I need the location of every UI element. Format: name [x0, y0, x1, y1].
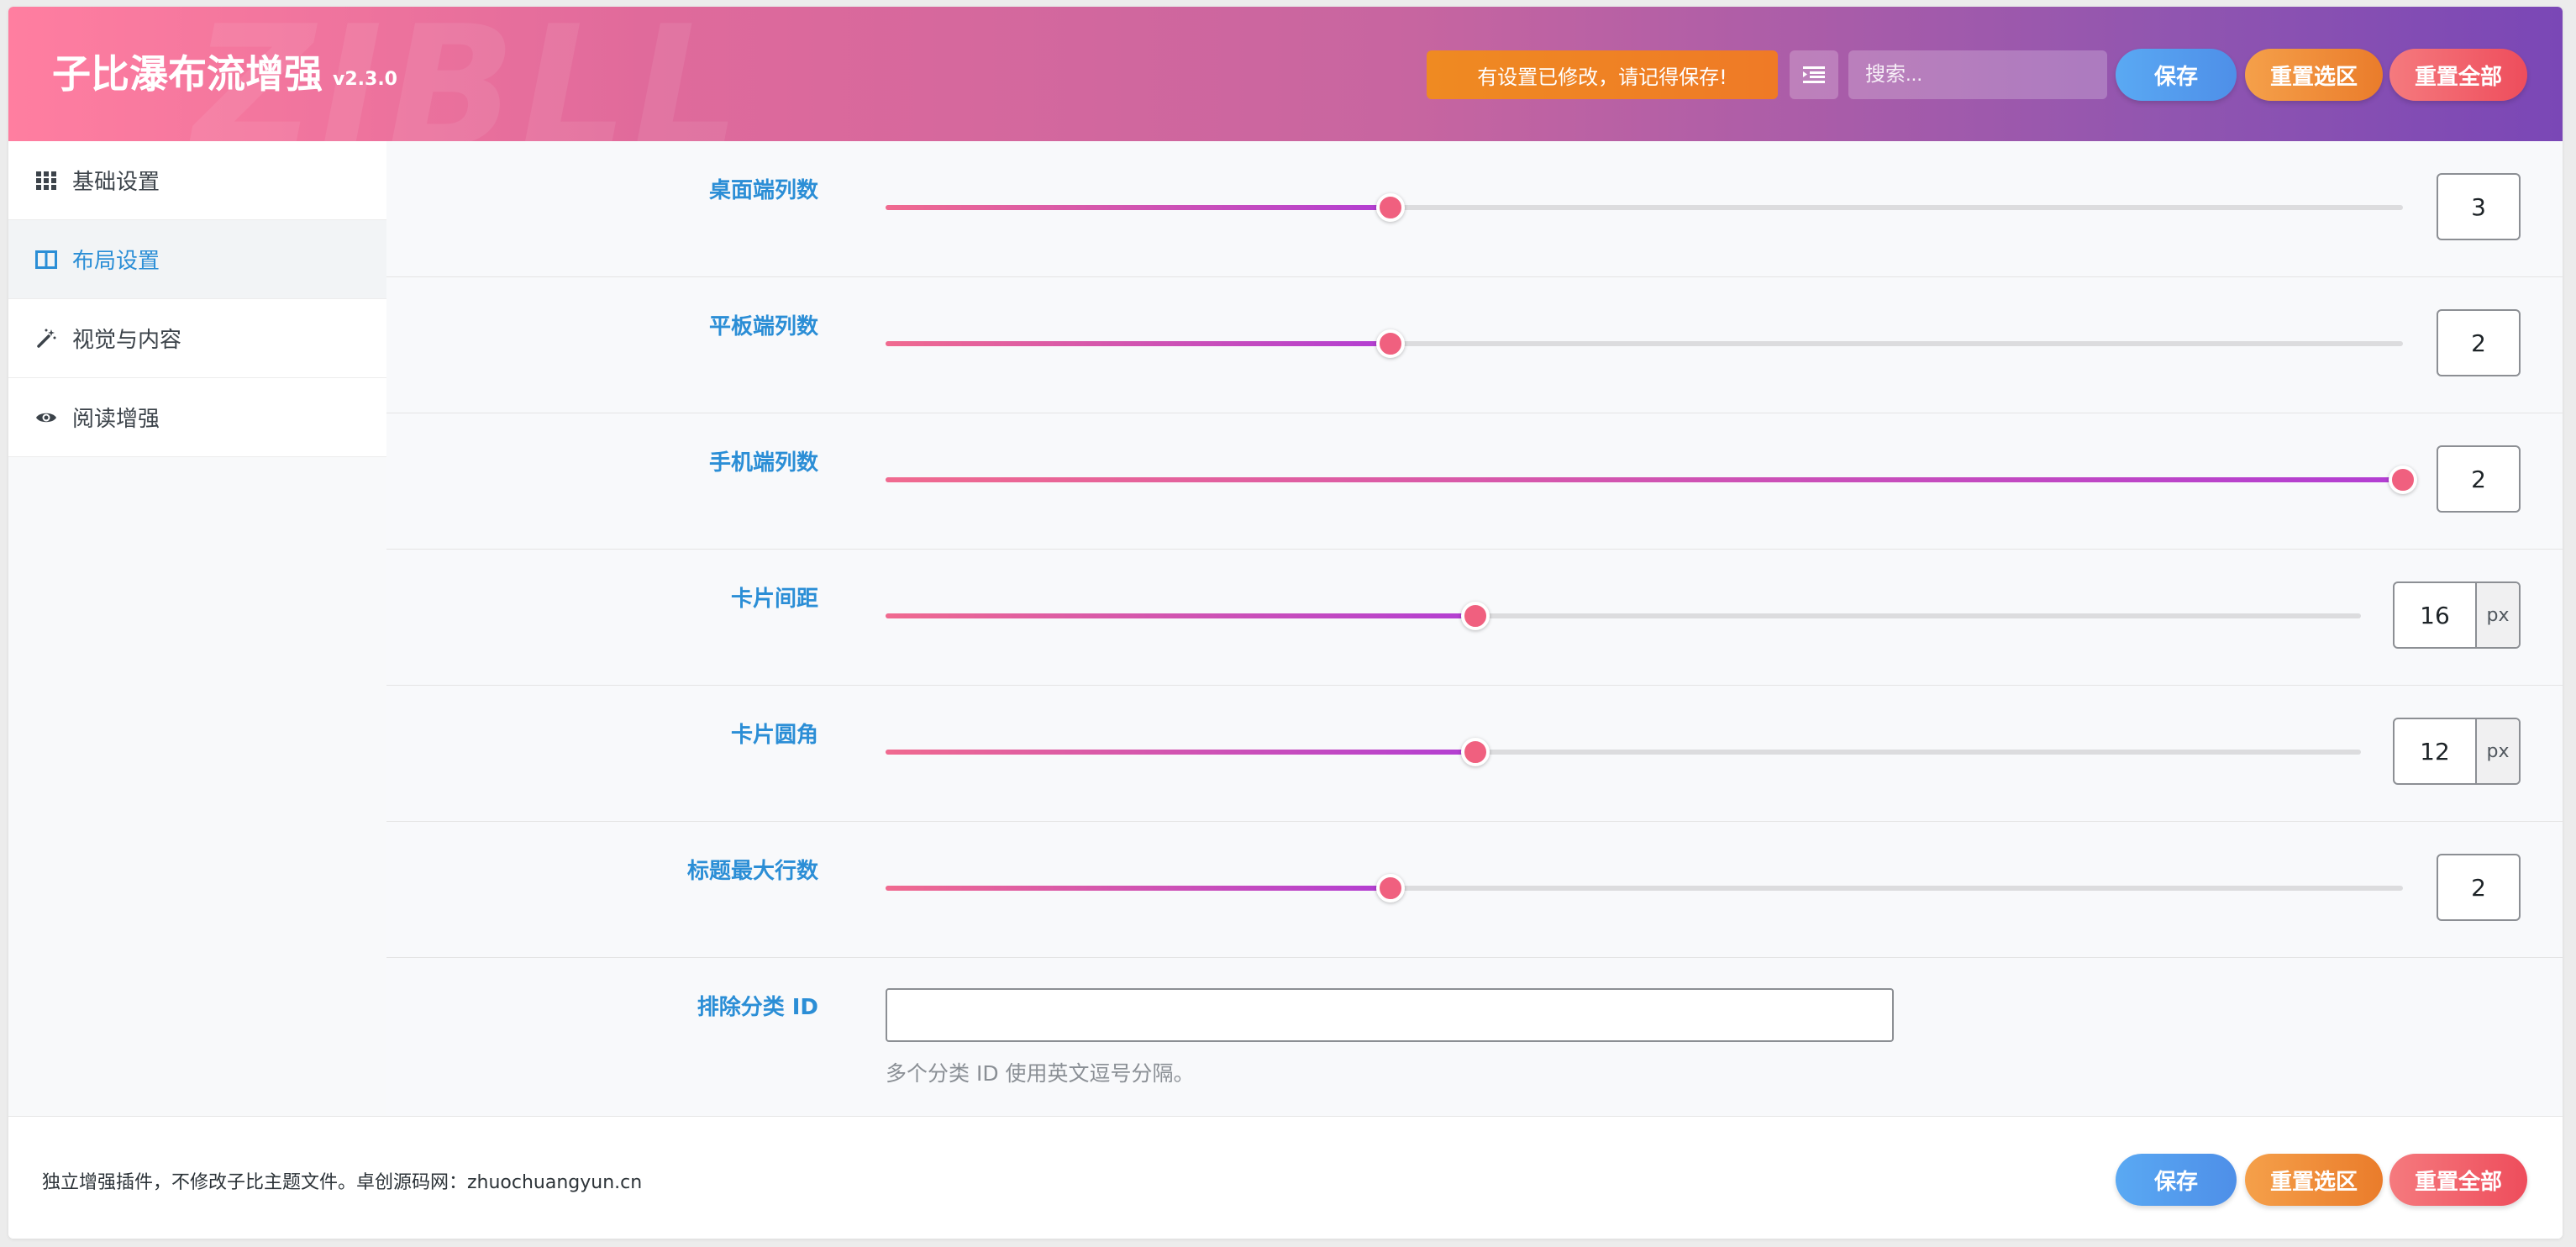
card-gap-input-group: 16 px [2393, 581, 2521, 649]
field-label: 卡片圆角 [730, 723, 818, 748]
field-label: 手机端列数 [708, 450, 818, 476]
sidebar-item-label: 布局设置 [72, 249, 160, 274]
field-title-max-lines: 标题最大行数 2 [386, 822, 2563, 958]
footer-reset-all-button[interactable]: 重置全部 [2389, 1154, 2527, 1206]
field-exclude-category: 排除分类 ID 多个分类 ID 使用英文逗号分隔。 [386, 958, 2563, 1116]
slider-fill [886, 613, 1476, 618]
slider-handle[interactable] [1376, 874, 1406, 902]
slider-fill [886, 886, 1391, 891]
card-radius-slider[interactable] [886, 738, 2361, 766]
search-input[interactable] [1848, 50, 2107, 99]
footer-save-button[interactable]: 保存 [2116, 1154, 2237, 1206]
exclude-category-input[interactable] [886, 988, 1894, 1042]
grid-icon [34, 168, 59, 193]
field-label: 桌面端列数 [708, 178, 818, 203]
footer-reset-section-button[interactable]: 重置选区 [2245, 1154, 2383, 1206]
slider-fill [886, 477, 2403, 482]
card-gap-input[interactable]: 16 [2395, 583, 2477, 647]
sidebar-item-basic[interactable]: 基础设置 [8, 141, 386, 220]
magic-wand-icon [34, 326, 59, 351]
field-label: 平板端列数 [708, 314, 818, 339]
field-label: 卡片间距 [730, 587, 818, 612]
desktop-columns-input[interactable]: 3 [2437, 173, 2521, 240]
desktop-columns-slider[interactable] [886, 193, 2403, 222]
sidebar-item-label: 阅读增强 [72, 407, 160, 432]
slider-handle[interactable] [1461, 602, 1490, 630]
tablet-columns-slider[interactable] [886, 329, 2403, 358]
eye-icon [34, 405, 59, 430]
tablet-columns-input[interactable]: 2 [2437, 309, 2521, 376]
sidebar-item-layout[interactable]: 布局设置 [8, 220, 386, 299]
sidebar-item-visual[interactable]: 视觉与内容 [8, 299, 386, 378]
field-desktop-columns: 桌面端列数 3 [386, 141, 2563, 277]
footer-bar: 独立增强插件，不修改子比主题文件。卓创源码网：zhuochuangyun.cn … [8, 1116, 2563, 1239]
sidebar-item-label: 视觉与内容 [72, 328, 182, 353]
title-max-lines-slider[interactable] [886, 874, 2403, 902]
sidebar-item-label: 基础设置 [72, 170, 160, 195]
save-button[interactable]: 保存 [2116, 49, 2237, 101]
card-radius-input-group: 12 px [2393, 718, 2521, 785]
unit-suffix: px [2477, 583, 2519, 647]
reset-section-button[interactable]: 重置选区 [2245, 49, 2383, 101]
page-title: 子比瀑布流增强 [52, 51, 323, 97]
mobile-columns-input[interactable]: 2 [2437, 445, 2521, 513]
layout-settings-panel: 桌面端列数 3 平板端列数 2 手机端列数 2 卡片间距 16 px 卡片圆角 … [386, 141, 2563, 1116]
slider-fill [886, 341, 1391, 346]
slider-fill [886, 750, 1476, 755]
slider-handle[interactable] [1376, 329, 1406, 358]
version-label: v2.3.0 [333, 69, 397, 90]
columns-icon [34, 247, 59, 272]
header-bar: ZIBLL 子比瀑布流增强 v2.3.0 有设置已修改，请记得保存! 保存 重置… [8, 7, 2563, 141]
field-tablet-columns: 平板端列数 2 [386, 277, 2563, 413]
sidebar-item-reading[interactable]: 阅读增强 [8, 378, 386, 457]
card-gap-slider[interactable] [886, 602, 2361, 630]
sidebar: 基础设置 布局设置 视觉与内容 阅读增强 [8, 141, 387, 1116]
field-help-text: 多个分类 ID 使用英文逗号分隔。 [886, 1061, 1195, 1086]
expand-all-button[interactable] [1790, 50, 1838, 99]
field-card-radius: 卡片圆角 12 px [386, 686, 2563, 822]
field-label: 排除分类 ID [697, 995, 818, 1020]
slider-handle[interactable] [1376, 193, 1406, 222]
slider-handle[interactable] [2389, 466, 2417, 494]
reset-all-button[interactable]: 重置全部 [2389, 49, 2527, 101]
field-mobile-columns: 手机端列数 2 [386, 413, 2563, 550]
slider-fill [886, 205, 1391, 210]
unsaved-notice: 有设置已修改，请记得保存! [1427, 50, 1778, 99]
footer-note: 独立增强插件，不修改子比主题文件。卓创源码网：zhuochuangyun.cn [42, 1172, 643, 1193]
settings-window: ZIBLL 子比瀑布流增强 v2.3.0 有设置已修改，请记得保存! 保存 重置… [8, 7, 2563, 1239]
field-label: 标题最大行数 [686, 859, 818, 884]
indent-list-icon [1803, 66, 1825, 83]
field-card-gap: 卡片间距 16 px [386, 550, 2563, 686]
unit-suffix: px [2477, 719, 2519, 783]
title-max-lines-input[interactable]: 2 [2437, 854, 2521, 921]
mobile-columns-slider[interactable] [886, 466, 2417, 494]
card-radius-input[interactable]: 12 [2395, 719, 2477, 783]
slider-handle[interactable] [1461, 738, 1490, 766]
